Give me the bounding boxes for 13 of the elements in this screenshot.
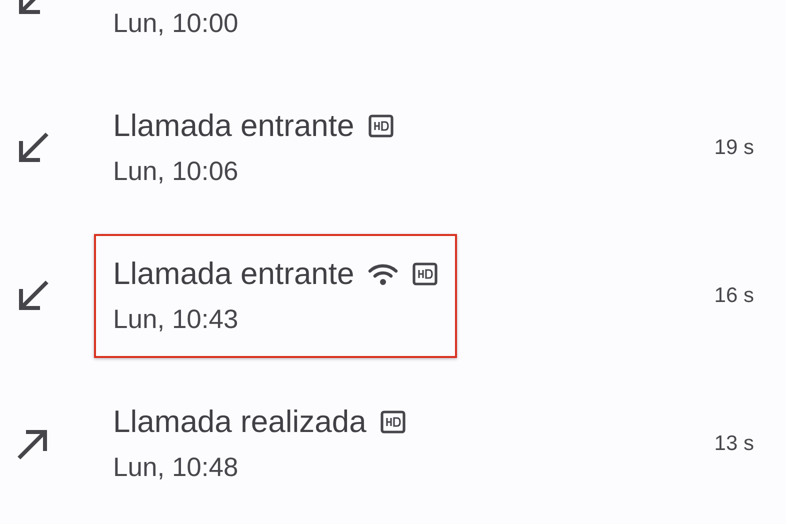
- call-type: Llamada entrante: [113, 108, 354, 144]
- call-type: Llamada entrante: [113, 256, 354, 292]
- call-time: Lun, 10:00: [113, 7, 238, 40]
- incoming-arrow-icon: [16, 131, 50, 165]
- call-type: Llamada realizada: [113, 404, 366, 440]
- outgoing-arrow-icon: [16, 427, 50, 461]
- incoming-arrow-icon: [16, 279, 50, 313]
- call-time: Lun, 10:06: [113, 155, 240, 188]
- call-duration: 13 s: [714, 432, 754, 456]
- call-time: Lun, 10:48: [113, 451, 240, 484]
- call-duration: 16 s: [714, 284, 754, 308]
- call-time: Lun, 10:43: [113, 303, 240, 336]
- call-duration: 19 s: [714, 136, 754, 160]
